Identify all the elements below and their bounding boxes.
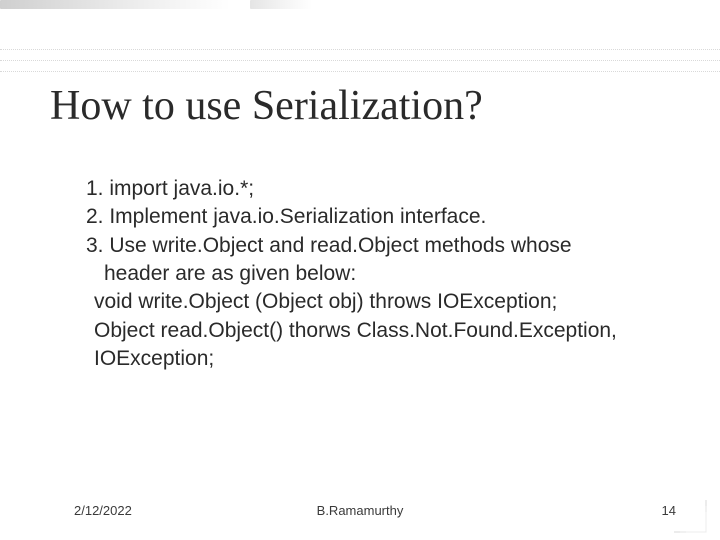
divider	[0, 49, 720, 50]
footer-page-number: 14	[662, 503, 676, 518]
slide: How to use Serialization? 1. import java…	[0, 0, 720, 540]
list-item: void write.Object (Object obj) throws IO…	[86, 288, 670, 316]
list-item: 2. Implement java.io.Serialization inter…	[86, 203, 670, 231]
list-item: Object read.Object() thorws Class.Not.Fo…	[86, 317, 670, 345]
list-item: 1. import java.io.*;	[86, 175, 670, 203]
divider	[0, 60, 720, 61]
page-title: How to use Serialization?	[50, 82, 483, 130]
body-text: 1. import java.io.*; 2. Implement java.i…	[86, 175, 670, 373]
footer-author: B.Ramamurthy	[317, 503, 404, 518]
divider	[0, 71, 720, 72]
decorative-bar	[0, 0, 230, 9]
decorative-bar	[250, 0, 312, 9]
list-item-continuation: header are as given below:	[86, 260, 670, 288]
footer-date: 2/12/2022	[74, 503, 132, 518]
corner-decoration-icon	[670, 496, 710, 536]
list-item-continuation: IOException;	[86, 345, 670, 373]
list-item: 3. Use write.Object and read.Object meth…	[86, 232, 670, 260]
